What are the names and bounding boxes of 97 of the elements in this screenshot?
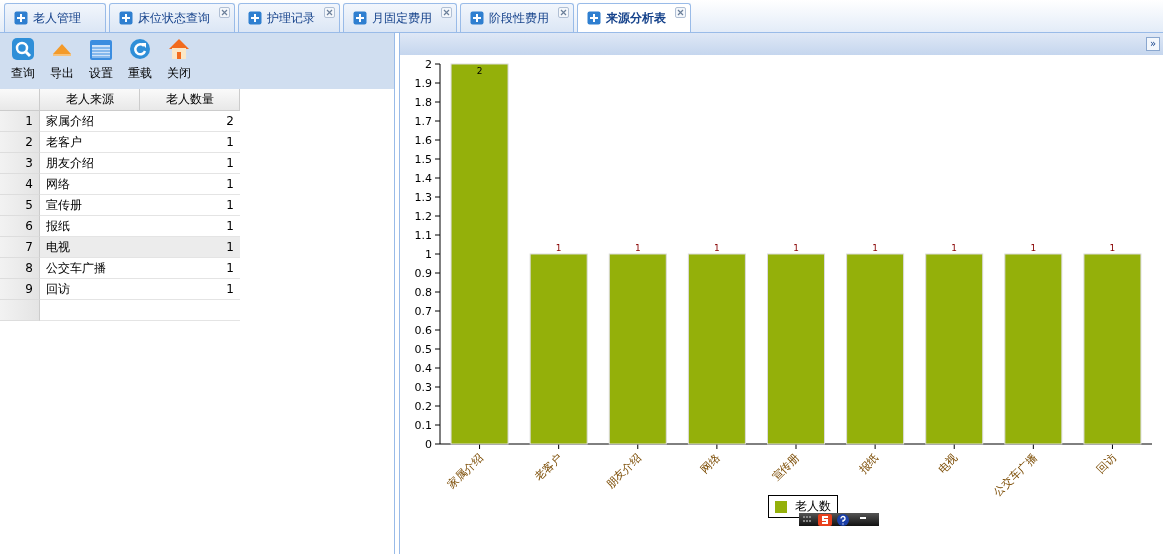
tab-label: 护理记录 (267, 9, 315, 27)
x-tick-label: 家属介绍 (445, 450, 486, 492)
close-icon[interactable] (558, 7, 569, 18)
y-tick-label: 1.7 (414, 115, 432, 128)
plus-icon (248, 11, 262, 25)
row-number: 4 (0, 174, 40, 195)
y-tick-label: 1.8 (414, 96, 432, 109)
toolbar-button[interactable]: 关闭 (164, 37, 194, 89)
plus-icon (119, 11, 133, 25)
plus-icon (353, 11, 367, 25)
y-tick-label: 2 (425, 58, 432, 71)
collapse-button[interactable]: » (1146, 37, 1160, 51)
ime-toolbar[interactable] (799, 513, 879, 526)
y-tick-label: 0.8 (414, 286, 432, 299)
y-tick-label: 1.1 (414, 229, 432, 242)
tab[interactable]: 老人管理 (4, 3, 106, 32)
y-tick-label: 0 (425, 438, 432, 451)
column-header[interactable]: 老人来源 (40, 89, 140, 111)
toolbar-button[interactable]: 重载 (125, 37, 155, 89)
y-tick-label: 0.1 (414, 419, 432, 432)
table-cell: 回访 (40, 279, 140, 300)
row-number: 1 (0, 111, 40, 132)
data-label: 1 (1030, 243, 1037, 253)
data-label: 1 (872, 243, 878, 253)
y-tick-label: 0.5 (414, 343, 432, 356)
x-tick-label: 朋友介绍 (603, 450, 644, 492)
tab[interactable]: 阶段性费用 (460, 3, 574, 32)
data-label: 1 (793, 243, 799, 253)
row-number (0, 300, 40, 321)
tab[interactable]: 床位状态查询 (109, 3, 235, 32)
calendar-icon (89, 37, 113, 61)
toolbar-button[interactable]: 查询 (8, 37, 38, 89)
row-number: 9 (0, 279, 40, 300)
reload-icon (128, 37, 152, 61)
x-tick-label: 公交车广播 (991, 450, 1040, 499)
tab[interactable]: 来源分析表 (577, 3, 691, 32)
plus-icon (470, 11, 484, 25)
search-icon (11, 37, 35, 61)
data-label: 1 (714, 243, 720, 253)
x-tick-label: 老客户 (532, 450, 565, 484)
home-icon (167, 37, 191, 61)
row-number: 8 (0, 258, 40, 279)
tab-label: 床位状态查询 (138, 9, 210, 27)
table-cell: 电视 (40, 237, 140, 258)
data-label: 1 (951, 243, 958, 253)
x-tick-label: 网络 (698, 450, 723, 476)
row-number: 2 (0, 132, 40, 153)
tab-label: 来源分析表 (606, 9, 666, 27)
y-tick-label: 1 (425, 248, 432, 261)
column-header[interactable]: 老人数量 (140, 89, 240, 111)
y-tick-label: 1.2 (414, 210, 432, 223)
help-icon[interactable] (837, 513, 849, 526)
table-cell: 宣传册 (40, 195, 140, 216)
toolbar-button[interactable]: 导出 (47, 37, 77, 89)
y-tick-label: 1.6 (414, 134, 432, 147)
y-tick-label: 1.4 (414, 172, 432, 185)
table-cell: 公交车广播 (40, 258, 140, 279)
x-tick-label: 电视 (935, 450, 961, 476)
row-number: 5 (0, 195, 40, 216)
y-tick-label: 1.3 (414, 191, 432, 204)
table-cell: 老客户 (40, 132, 140, 153)
x-tick-label: 回访 (1093, 450, 1119, 476)
tab[interactable]: 月固定费用 (343, 3, 457, 32)
toolbar-button[interactable]: 设置 (86, 37, 116, 89)
tab-label: 阶段性费用 (489, 9, 549, 27)
row-number: 6 (0, 216, 40, 237)
tab-label: 老人管理 (33, 9, 81, 27)
tab-label: 月固定费用 (372, 9, 432, 27)
close-icon[interactable] (441, 7, 452, 18)
row-number: 7 (0, 237, 40, 258)
x-tick-label: 报纸 (856, 450, 882, 476)
plus-icon (14, 11, 28, 25)
data-label: 2 (476, 66, 483, 76)
y-tick-label: 1.9 (414, 77, 432, 90)
grip-icon[interactable] (803, 515, 813, 524)
tab[interactable]: 护理记录 (238, 3, 340, 32)
y-tick-label: 1.5 (414, 153, 432, 166)
data-label: 1 (634, 243, 641, 253)
x-tick-label: 宣传册 (769, 450, 803, 484)
y-tick-label: 0.9 (414, 267, 432, 280)
close-icon[interactable] (675, 7, 686, 18)
ime-logo-icon[interactable] (818, 513, 832, 526)
y-tick-label: 0.7 (414, 305, 432, 318)
legend-label: 老人数 (795, 498, 831, 515)
close-icon[interactable] (324, 7, 335, 18)
table-cell: 1 (140, 237, 240, 258)
table-cell: 家属介绍 (40, 111, 140, 132)
data-label: 1 (1109, 243, 1116, 253)
row-number: 3 (0, 153, 40, 174)
corner-cell (0, 89, 40, 111)
data-label: 1 (555, 243, 562, 253)
y-tick-label: 0.4 (414, 362, 432, 375)
close-icon[interactable] (219, 7, 230, 18)
y-tick-label: 0.3 (414, 381, 432, 394)
y-tick-label: 0.2 (414, 400, 432, 413)
y-tick-label: 0.6 (414, 324, 432, 337)
plus-icon (587, 11, 601, 25)
